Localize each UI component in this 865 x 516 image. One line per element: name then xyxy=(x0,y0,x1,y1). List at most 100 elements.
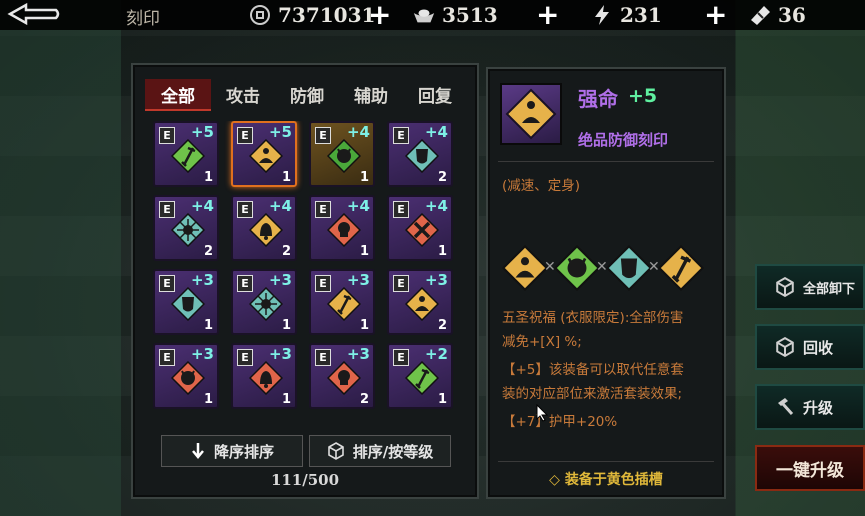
detail-panel: 强命 +5 绝品防御刻印 (减速、定身) ✕ ✕ ✕ 五圣祝福 (衣服限定):全部伤… xyxy=(486,67,726,499)
demon-set-icon xyxy=(554,245,600,291)
one-click-upgrade-button[interactable]: 一键升级 xyxy=(755,445,865,491)
engraving-slot[interactable]: E +4 2 xyxy=(231,195,297,261)
silver-ingot-icon xyxy=(412,5,436,25)
slot-count: 2 xyxy=(437,318,447,333)
slot-count: 2 xyxy=(359,392,369,407)
resource-silver: 3513 xyxy=(412,3,498,27)
unequip-all-label: 全部卸下 xyxy=(803,281,856,297)
resource-tickets: 36 xyxy=(748,3,806,27)
sword-icon xyxy=(405,361,439,395)
slot-count: 1 xyxy=(437,244,447,259)
recycle-button[interactable]: 回收 xyxy=(755,324,865,370)
set-icons-row: ✕ ✕ ✕ xyxy=(502,245,712,291)
bell-icon xyxy=(249,361,283,395)
sword-set-icon xyxy=(658,245,704,291)
category-tabs: 全部 攻击 防御 辅助 回复 xyxy=(145,79,467,109)
slot-count: 1 xyxy=(359,170,369,185)
add-coins-button[interactable]: + xyxy=(368,1,391,29)
engraving-slot[interactable]: E +3 1 xyxy=(231,269,297,335)
engraving-slot[interactable]: E +3 1 xyxy=(153,269,219,335)
demon-icon xyxy=(327,139,361,173)
ticket-value: 36 xyxy=(778,3,806,27)
engraving-slot[interactable]: E +3 2 xyxy=(309,343,375,409)
engraving-slot[interactable]: E +4 1 xyxy=(309,121,375,187)
tab-attack[interactable]: 攻击 xyxy=(211,79,275,109)
engraving-slot[interactable]: E +3 2 xyxy=(387,269,453,335)
engraving-level: +5 xyxy=(628,85,658,107)
slot-count: 2 xyxy=(281,244,291,259)
skull-icon xyxy=(327,213,361,247)
tab-defense[interactable]: 防御 xyxy=(275,79,339,109)
engraving-slot[interactable]: E +3 1 xyxy=(231,343,297,409)
mask-icon xyxy=(171,287,205,321)
engraving-slot[interactable]: E +4 2 xyxy=(153,195,219,261)
selected-engraving-icon xyxy=(500,83,562,145)
cube-icon xyxy=(775,277,795,297)
mask-set-icon xyxy=(606,245,652,291)
engraving-slot[interactable]: E +3 1 xyxy=(309,269,375,335)
slot-count: 1 xyxy=(281,392,291,407)
tab-all[interactable]: 全部 xyxy=(145,79,211,109)
sort-by-level-label: 排序/按等级 xyxy=(352,442,434,461)
slot-count: 1 xyxy=(281,318,291,333)
sword-icon xyxy=(171,139,205,173)
down-arrow-icon xyxy=(192,443,204,459)
cube-icon xyxy=(327,442,344,460)
slot-count: 1 xyxy=(203,170,213,185)
top-bar: 刻印 7371031 + 3513 + 231 + 36 xyxy=(0,0,865,30)
active-tab-underline xyxy=(145,109,211,111)
demon-icon xyxy=(171,361,205,395)
mask-icon xyxy=(405,139,439,173)
engraving-slot[interactable]: E +4 1 xyxy=(309,195,375,261)
resource-energy: 231 xyxy=(590,3,662,27)
slot-count: 2 xyxy=(203,244,213,259)
slot-count: 1 xyxy=(203,318,213,333)
set-bonus-line-2: 减免+[X] %; xyxy=(502,334,582,350)
lightning-icon xyxy=(590,5,614,25)
tab-recovery[interactable]: 回复 xyxy=(403,79,467,109)
skull-icon xyxy=(327,361,361,395)
ticket-icon xyxy=(748,5,772,25)
upgrade-button[interactable]: 升级 xyxy=(755,384,865,430)
slot-count: 1 xyxy=(359,318,369,333)
engraving-slot[interactable]: E +4 1 xyxy=(387,195,453,261)
engraving-slot[interactable]: E +5 1 xyxy=(231,121,297,187)
coin-value: 7371031 xyxy=(278,3,376,27)
engraving-slot[interactable]: E +5 1 xyxy=(153,121,219,187)
meditate-icon xyxy=(405,287,439,321)
bell-icon xyxy=(249,213,283,247)
meditate-set-icon xyxy=(502,245,548,291)
mouse-cursor-icon xyxy=(536,404,548,422)
cube-icon xyxy=(775,337,795,357)
sword-icon xyxy=(327,287,361,321)
inventory-panel: 全部 攻击 防御 辅助 回复 E +5 1 E +5 1 E +4 1 E +4 2 E +4 2 E +4 2 E… xyxy=(131,63,479,499)
slot-count: 1 xyxy=(203,392,213,407)
inventory-count: 111/500 xyxy=(270,471,340,489)
plus5-line-2: 装的对应部位来激活套装效果; xyxy=(502,386,683,402)
sort-descending-label: 降序排序 xyxy=(213,442,274,461)
engraving-type: 绝品防御刻印 xyxy=(578,131,669,149)
add-silver-button[interactable]: + xyxy=(536,1,559,29)
silver-value: 3513 xyxy=(442,3,498,27)
divider xyxy=(498,461,714,462)
slot-count: 1 xyxy=(359,244,369,259)
sort-descending-button[interactable]: 降序排序 xyxy=(161,435,303,467)
sort-by-level-button[interactable]: 排序/按等级 xyxy=(309,435,451,467)
hammer-icon xyxy=(775,397,795,417)
add-energy-button[interactable]: + xyxy=(704,1,727,29)
engraving-slot[interactable]: E +3 1 xyxy=(153,343,219,409)
divider xyxy=(498,161,714,162)
meditate-icon xyxy=(249,139,283,173)
burst-icon xyxy=(171,213,205,247)
unequip-all-button[interactable]: 全部卸下 xyxy=(755,264,865,310)
coin-icon xyxy=(248,5,272,25)
back-arrow-icon[interactable] xyxy=(6,2,62,26)
effect-text: (减速、定身) xyxy=(502,178,581,194)
energy-value: 231 xyxy=(620,3,662,27)
equip-slot-note: ◇ 装备于黄色插槽 xyxy=(549,472,663,488)
plus5-line-1: 【+5】该装备可以取代任意套 xyxy=(502,362,684,378)
engraving-slot[interactable]: E +2 1 xyxy=(387,343,453,409)
slot-count: 1 xyxy=(281,170,291,185)
tab-support[interactable]: 辅助 xyxy=(339,79,403,109)
engraving-slot[interactable]: E +4 2 xyxy=(387,121,453,187)
